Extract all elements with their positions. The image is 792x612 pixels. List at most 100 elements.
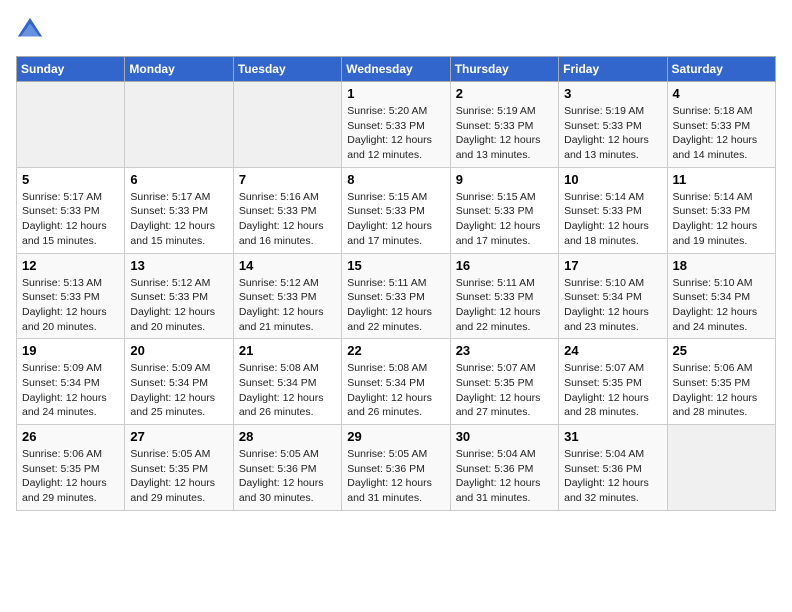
day-of-week-header: Wednesday: [342, 57, 450, 82]
day-number: 5: [22, 172, 119, 187]
calendar-cell: 7Sunrise: 5:16 AM Sunset: 5:33 PM Daylig…: [233, 167, 341, 253]
calendar-cell: 20Sunrise: 5:09 AM Sunset: 5:34 PM Dayli…: [125, 339, 233, 425]
calendar-cell: 12 Sunrise: 5:13 AM Sunset: 5:33 PM Dayli…: [17, 253, 125, 339]
day-number: 19: [22, 343, 119, 358]
calendar-header-row: SundayMondayTuesdayWednesdayThursdayFrid…: [17, 57, 776, 82]
day-info: Sunrise: 5:15 AM Sunset: 5:33 PM Dayligh…: [347, 190, 444, 249]
calendar-cell: 15 Sunrise: 5:11 AM Sunset: 5:33 PM Dayli…: [342, 253, 450, 339]
calendar-cell: 19 Sunrise: 5:09 AM Sunset: 5:34 PM Dayli…: [17, 339, 125, 425]
calendar-cell: 22 Sunrise: 5:08 AM Sunset: 5:34 PM Dayli…: [342, 339, 450, 425]
day-number: 3: [564, 86, 661, 101]
day-info: Sunrise: 5:05 AM Sunset: 5:36 PM Dayligh…: [239, 447, 336, 506]
calendar-cell: [667, 425, 775, 511]
day-number: 24: [564, 343, 661, 358]
day-of-week-header: Monday: [125, 57, 233, 82]
day-of-week-header: Tuesday: [233, 57, 341, 82]
day-info: Sunrise: 5:09 AM Sunset: 5:34 PM Dayligh…: [22, 361, 119, 420]
calendar-week-row: 12 Sunrise: 5:13 AM Sunset: 5:33 PM Dayli…: [17, 253, 776, 339]
calendar-cell: 26Sunrise: 5:06 AM Sunset: 5:35 PM Dayli…: [17, 425, 125, 511]
day-number: 16: [456, 258, 553, 273]
calendar-cell: 11 Sunrise: 5:14 AM Sunset: 5:33 PM Dayli…: [667, 167, 775, 253]
day-number: 25: [673, 343, 770, 358]
day-number: 9: [456, 172, 553, 187]
logo-icon: [16, 16, 44, 44]
day-number: 14: [239, 258, 336, 273]
day-info: Sunrise: 5:20 AM Sunset: 5:33 PM Dayligh…: [347, 104, 444, 163]
day-info: Sunrise: 5:06 AM Sunset: 5:35 PM Dayligh…: [22, 447, 119, 506]
calendar-cell: 30 Sunrise: 5:04 AM Sunset: 5:36 PM Dayli…: [450, 425, 558, 511]
calendar-cell: 1 Sunrise: 5:20 AM Sunset: 5:33 PM Daylig…: [342, 82, 450, 168]
day-number: 11: [673, 172, 770, 187]
logo: [16, 16, 48, 44]
calendar-cell: 5 Sunrise: 5:17 AM Sunset: 5:33 PM Daylig…: [17, 167, 125, 253]
day-number: 10: [564, 172, 661, 187]
day-number: 7: [239, 172, 336, 187]
calendar-cell: 21Sunrise: 5:08 AM Sunset: 5:34 PM Dayli…: [233, 339, 341, 425]
day-info: Sunrise: 5:10 AM Sunset: 5:34 PM Dayligh…: [673, 276, 770, 335]
day-number: 8: [347, 172, 444, 187]
day-of-week-header: Thursday: [450, 57, 558, 82]
day-info: Sunrise: 5:07 AM Sunset: 5:35 PM Dayligh…: [456, 361, 553, 420]
day-info: Sunrise: 5:11 AM Sunset: 5:33 PM Dayligh…: [347, 276, 444, 335]
calendar-cell: 24 Sunrise: 5:07 AM Sunset: 5:35 PM Dayli…: [559, 339, 667, 425]
calendar-cell: 14 Sunrise: 5:12 AM Sunset: 5:33 PM Dayli…: [233, 253, 341, 339]
day-info: Sunrise: 5:17 AM Sunset: 5:33 PM Dayligh…: [22, 190, 119, 249]
day-info: Sunrise: 5:14 AM Sunset: 5:33 PM Dayligh…: [564, 190, 661, 249]
day-number: 30: [456, 429, 553, 444]
day-info: Sunrise: 5:12 AM Sunset: 5:33 PM Dayligh…: [239, 276, 336, 335]
day-number: 13: [130, 258, 227, 273]
day-info: Sunrise: 5:19 AM Sunset: 5:33 PM Dayligh…: [456, 104, 553, 163]
day-number: 29: [347, 429, 444, 444]
calendar-cell: [233, 82, 341, 168]
day-info: Sunrise: 5:04 AM Sunset: 5:36 PM Dayligh…: [456, 447, 553, 506]
calendar-week-row: 1 Sunrise: 5:20 AM Sunset: 5:33 PM Daylig…: [17, 82, 776, 168]
day-of-week-header: Friday: [559, 57, 667, 82]
day-info: Sunrise: 5:07 AM Sunset: 5:35 PM Dayligh…: [564, 361, 661, 420]
calendar-cell: 25 Sunrise: 5:06 AM Sunset: 5:35 PM Dayli…: [667, 339, 775, 425]
calendar-cell: [125, 82, 233, 168]
day-number: 1: [347, 86, 444, 101]
day-number: 12: [22, 258, 119, 273]
calendar-cell: 31 Sunrise: 5:04 AM Sunset: 5:36 PM Dayli…: [559, 425, 667, 511]
day-info: Sunrise: 5:14 AM Sunset: 5:33 PM Dayligh…: [673, 190, 770, 249]
day-number: 21: [239, 343, 336, 358]
calendar-cell: 17 Sunrise: 5:10 AM Sunset: 5:34 PM Dayli…: [559, 253, 667, 339]
calendar-cell: 9 Sunrise: 5:15 AM Sunset: 5:33 PM Daylig…: [450, 167, 558, 253]
day-info: Sunrise: 5:08 AM Sunset: 5:34 PM Dayligh…: [347, 361, 444, 420]
day-number: 27: [130, 429, 227, 444]
day-number: 15: [347, 258, 444, 273]
calendar-cell: 10 Sunrise: 5:14 AM Sunset: 5:33 PM Dayli…: [559, 167, 667, 253]
calendar-week-row: 5 Sunrise: 5:17 AM Sunset: 5:33 PM Daylig…: [17, 167, 776, 253]
day-number: 6: [130, 172, 227, 187]
calendar-cell: 29 Sunrise: 5:05 AM Sunset: 5:36 PM Dayli…: [342, 425, 450, 511]
day-info: Sunrise: 5:13 AM Sunset: 5:33 PM Dayligh…: [22, 276, 119, 335]
day-number: 17: [564, 258, 661, 273]
calendar-cell: 13 Sunrise: 5:12 AM Sunset: 5:33 PM Dayli…: [125, 253, 233, 339]
calendar-cell: 8 Sunrise: 5:15 AM Sunset: 5:33 PM Daylig…: [342, 167, 450, 253]
day-number: 31: [564, 429, 661, 444]
day-number: 2: [456, 86, 553, 101]
day-info: Sunrise: 5:15 AM Sunset: 5:33 PM Dayligh…: [456, 190, 553, 249]
day-info: Sunrise: 5:12 AM Sunset: 5:33 PM Dayligh…: [130, 276, 227, 335]
calendar-cell: 4 Sunrise: 5:18 AM Sunset: 5:33 PM Daylig…: [667, 82, 775, 168]
day-of-week-header: Saturday: [667, 57, 775, 82]
day-info: Sunrise: 5:06 AM Sunset: 5:35 PM Dayligh…: [673, 361, 770, 420]
day-info: Sunrise: 5:10 AM Sunset: 5:34 PM Dayligh…: [564, 276, 661, 335]
calendar-cell: 2 Sunrise: 5:19 AM Sunset: 5:33 PM Daylig…: [450, 82, 558, 168]
calendar-cell: [17, 82, 125, 168]
calendar-cell: 6Sunrise: 5:17 AM Sunset: 5:33 PM Daylig…: [125, 167, 233, 253]
day-number: 28: [239, 429, 336, 444]
calendar-cell: 23Sunrise: 5:07 AM Sunset: 5:35 PM Dayli…: [450, 339, 558, 425]
day-number: 22: [347, 343, 444, 358]
day-number: 20: [130, 343, 227, 358]
day-info: Sunrise: 5:05 AM Sunset: 5:36 PM Dayligh…: [347, 447, 444, 506]
day-of-week-header: Sunday: [17, 57, 125, 82]
calendar-week-row: 19 Sunrise: 5:09 AM Sunset: 5:34 PM Dayli…: [17, 339, 776, 425]
calendar-cell: 27Sunrise: 5:05 AM Sunset: 5:35 PM Dayli…: [125, 425, 233, 511]
page-header: [16, 16, 776, 44]
calendar-table: SundayMondayTuesdayWednesdayThursdayFrid…: [16, 56, 776, 511]
day-info: Sunrise: 5:04 AM Sunset: 5:36 PM Dayligh…: [564, 447, 661, 506]
calendar-cell: 16Sunrise: 5:11 AM Sunset: 5:33 PM Dayli…: [450, 253, 558, 339]
day-info: Sunrise: 5:18 AM Sunset: 5:33 PM Dayligh…: [673, 104, 770, 163]
day-number: 4: [673, 86, 770, 101]
